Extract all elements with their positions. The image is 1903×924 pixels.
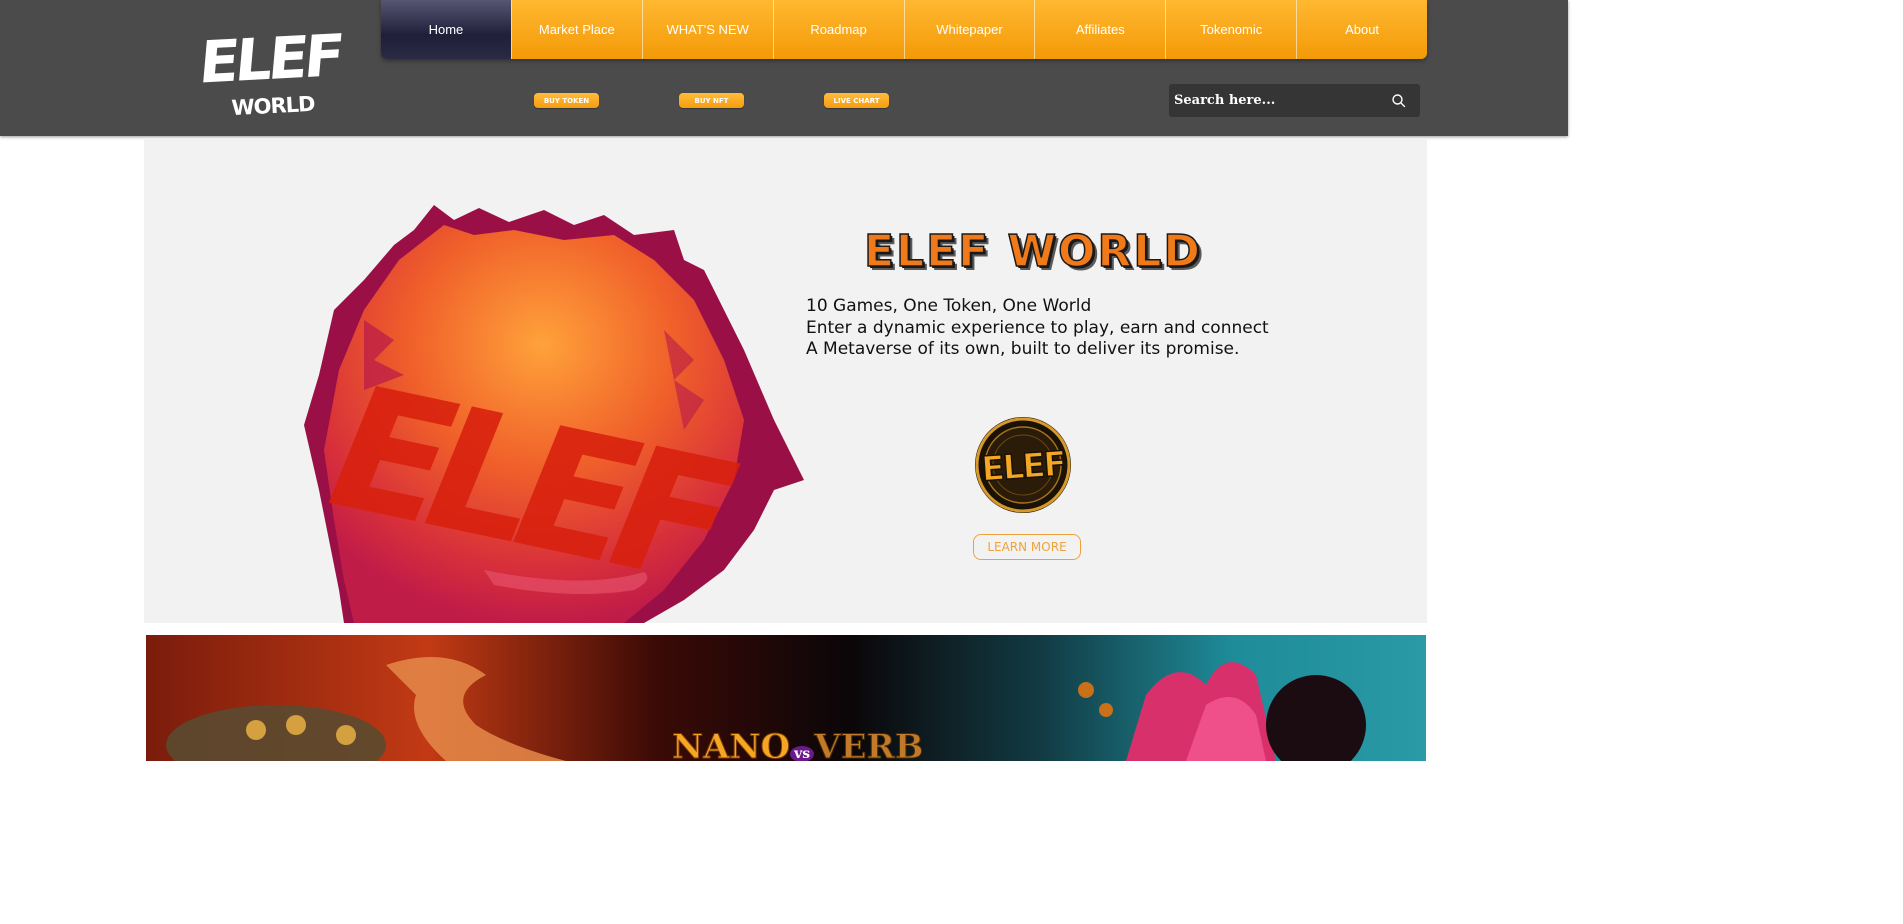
buy-token-button[interactable]: BUY TOKEN xyxy=(534,93,599,108)
banner-title-right: VERB xyxy=(814,727,924,762)
banner-game-title: NANO vs VERB xyxy=(671,727,924,762)
banner-title-vs: vs xyxy=(790,746,815,761)
nav-item-affiliates[interactable]: Affiliates xyxy=(1034,0,1166,59)
search-input[interactable] xyxy=(1169,85,1390,116)
nav-item-whats-new[interactable]: WHAT'S NEW xyxy=(641,0,773,59)
logo-wordmark: ELEF xyxy=(196,21,344,97)
hero-line: Enter a dynamic experience to play, earn… xyxy=(806,317,1269,338)
search-box xyxy=(1169,84,1420,117)
learn-more-button[interactable]: LEARN MORE xyxy=(973,534,1081,560)
site-header: ELEF WORLD Home Market Place WHAT'S NEW … xyxy=(0,0,1568,136)
banner-title-left: NANO xyxy=(671,727,791,762)
nav-item-market-place[interactable]: Market Place xyxy=(510,0,642,59)
nav-item-about[interactable]: About xyxy=(1296,0,1427,59)
main-nav: Home Market Place WHAT'S NEW Roadmap Whi… xyxy=(381,0,1427,59)
elef-coin-logo: ELEF xyxy=(975,417,1071,513)
nav-item-home[interactable]: Home xyxy=(381,0,511,59)
game-banner[interactable]: NANO vs VERB xyxy=(146,635,1426,761)
nav-item-whitepaper[interactable]: Whitepaper xyxy=(903,0,1035,59)
logo-subtitle: WORLD xyxy=(230,91,316,121)
hero-description: 10 Games, One Token, One World Enter a d… xyxy=(806,296,1326,361)
hero-title: ELEF WORLD xyxy=(863,225,1202,278)
hero-line: 10 Games, One Token, One World xyxy=(806,296,1092,316)
hero-section: ELEF ELEF WORLD 10 Games, One Token, One… xyxy=(144,138,1427,623)
elef-planet-illustration: ELEF xyxy=(304,205,804,623)
live-chart-button[interactable]: LIVE CHART xyxy=(824,93,889,108)
nav-item-tokenomic[interactable]: Tokenomic xyxy=(1165,0,1297,59)
hero-line: A Metaverse of its own, built to deliver… xyxy=(806,339,1240,359)
nav-item-roadmap[interactable]: Roadmap xyxy=(772,0,904,59)
site-logo[interactable]: ELEF WORLD xyxy=(192,21,348,128)
search-icon[interactable] xyxy=(1390,92,1408,110)
buy-nft-button[interactable]: BUY NFT xyxy=(679,93,744,108)
coin-text: ELEF xyxy=(980,444,1066,490)
